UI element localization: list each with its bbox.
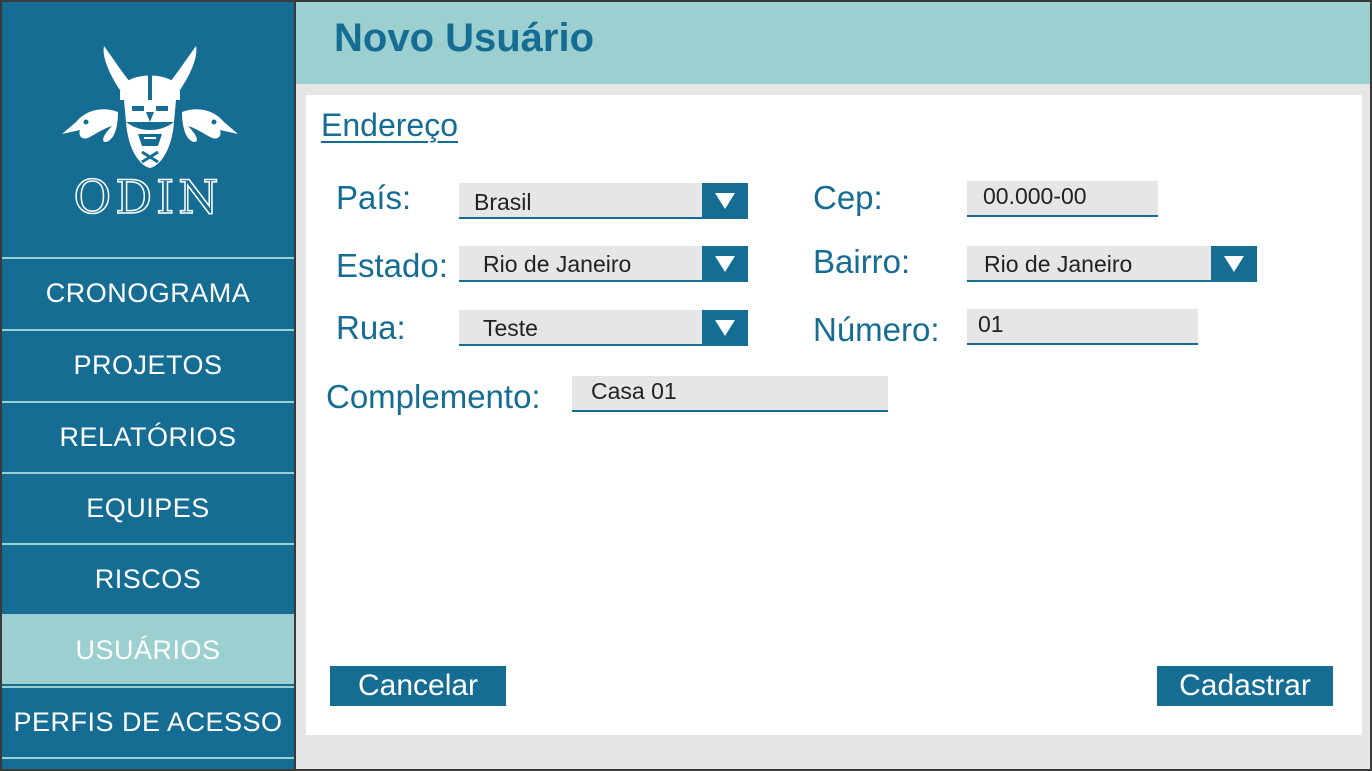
pais-select[interactable]: Brasil — [459, 183, 748, 219]
sidebar-item-perfis-de-acesso[interactable]: PERFIS DE ACESSO — [2, 686, 294, 756]
sidebar-divider — [2, 757, 294, 769]
numero-value: 01 — [978, 311, 1004, 337]
sidebar-item-cronograma[interactable]: CRONOGRAMA — [2, 257, 294, 327]
sidebar-item-relatorios[interactable]: RELATÓRIOS — [2, 401, 294, 471]
bairro-label: Bairro: — [813, 243, 911, 280]
sidebar-item-usuarios[interactable]: USUÁRIOS — [2, 614, 294, 684]
estado-value: Rio de Janeiro — [483, 251, 632, 277]
dropdown-arrow-icon[interactable] — [702, 246, 748, 280]
page-header: Novo Usuário — [296, 2, 1370, 84]
sidebar-item-riscos[interactable]: RISCOS — [2, 543, 294, 613]
pais-label: País: — [336, 179, 412, 216]
logo-text: ODIN — [73, 169, 223, 225]
numero-field[interactable]: 01 — [967, 309, 1198, 345]
logo: ODIN — [2, 2, 294, 257]
cep-field[interactable]: 00.000-00 — [967, 181, 1158, 217]
rua-label: Rua: — [336, 309, 406, 346]
sidebar-item-projetos[interactable]: PROJETOS — [2, 329, 294, 399]
cep-label: Cep: — [813, 179, 883, 216]
complemento-label: Complemento: — [326, 378, 541, 415]
dropdown-arrow-icon[interactable] — [1211, 246, 1257, 280]
rua-select[interactable]: Teste — [459, 310, 748, 346]
cancel-button[interactable]: Cancelar — [330, 666, 506, 706]
app-window: ODIN CRONOGRAMA PROJETOS RELATÓRIOS EQUI… — [0, 0, 1372, 771]
complemento-field[interactable]: Casa 01 — [572, 376, 888, 412]
sidebar-item-equipes[interactable]: EQUIPES — [2, 472, 294, 542]
submit-button[interactable]: Cadastrar — [1157, 666, 1333, 706]
numero-label: Número: — [813, 311, 940, 348]
complemento-value: Casa 01 — [591, 378, 677, 404]
sidebar: ODIN CRONOGRAMA PROJETOS RELATÓRIOS EQUI… — [2, 2, 296, 769]
form-panel: Endereço País: Brasil Estado: Rio de Jan… — [306, 95, 1362, 735]
bairro-select[interactable]: Rio de Janeiro — [967, 246, 1257, 282]
section-title: Endereço — [321, 107, 458, 143]
estado-label: Estado: — [336, 247, 448, 284]
dropdown-arrow-icon[interactable] — [702, 310, 748, 344]
page-title: Novo Usuário — [334, 16, 595, 60]
cep-value: 00.000-00 — [983, 183, 1087, 209]
bairro-value: Rio de Janeiro — [984, 251, 1133, 277]
odin-logo-icon — [62, 46, 238, 168]
pais-value: Brasil — [474, 189, 532, 215]
estado-select[interactable]: Rio de Janeiro — [459, 246, 748, 282]
dropdown-arrow-icon[interactable] — [702, 183, 748, 217]
rua-value: Teste — [483, 315, 538, 341]
